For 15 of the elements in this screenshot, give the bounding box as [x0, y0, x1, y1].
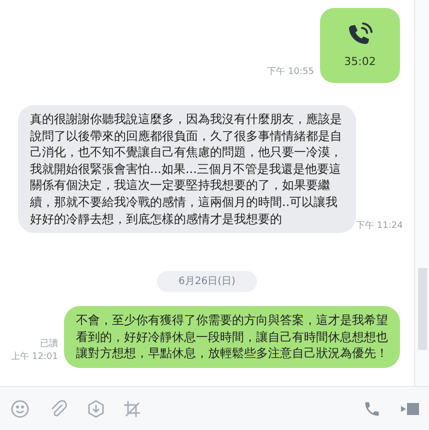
video-icon[interactable] — [401, 402, 419, 416]
message-bubble: 真的很謝謝你聽我說這麼多，因為我沒有什麼朋友，應該是說問了以後帶來的回應都很負面，久了很多事情情緒都是自己消化，也不知不覺讓自己有焦慮的問題，他只要一冷漠，我就開始很緊張會害怕...如果...三個月不管是我還是他要這關係有個決定，我這次一定要堅持我想要的了，如果要繼續，那就不要給我冷戰的感情，這兩個月的時間..可以讓我好好的冷靜去想，到底怎樣的感情才是我想要的 — [18, 105, 356, 234]
message-time: 下午 10:55 — [267, 66, 314, 79]
read-receipt: 已讀 — [40, 338, 58, 351]
phone-icon[interactable] — [363, 400, 381, 418]
download-icon[interactable] — [86, 398, 106, 418]
message-time: 下午 11:24 — [356, 220, 403, 234]
emoji-icon[interactable] — [10, 398, 30, 418]
call-bubble[interactable]: 35:02 — [320, 8, 400, 83]
scrollbar-thumb[interactable] — [418, 268, 427, 350]
message-bubble: 不會，至少你有獲得了你需要的方向與答案，這才是我希望看到的，好好冷靜休息一段時間，讓自己有時間休息想想也讓對方想想，早點休息，放輕鬆些多注意自己狀況為優先！ — [64, 306, 400, 368]
date-pill: 6月26日(日) — [156, 271, 258, 292]
call-duration: 35:02 — [344, 54, 376, 70]
message-time: 上午 12:01 — [11, 350, 58, 364]
crop-icon[interactable] — [122, 398, 142, 418]
